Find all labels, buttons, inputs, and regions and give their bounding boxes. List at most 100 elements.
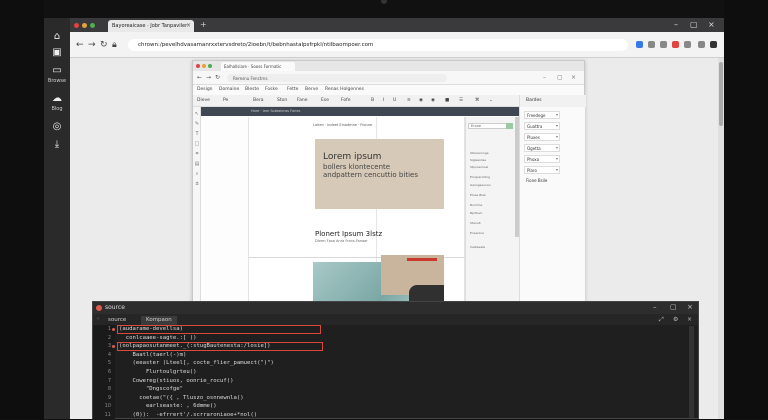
shape-icon[interactable]: ■ [445,98,449,103]
menu-item[interactable]: Renas Holgennes [325,87,364,92]
panel-search-input[interactable]: Erone [468,123,508,129]
options-dropdown[interactable]: Pluxes ▾ [524,133,560,141]
inner-url-field[interactable]: Reresnu Fenctrns [227,74,447,82]
options-dropdown[interactable]: Phoxa ▾ [524,155,560,163]
italic-icon[interactable]: I [383,98,384,103]
sidebar-item-refresh[interactable]: ◎ [44,122,70,132]
code-editor[interactable]: (audarame-devellsa) conlcaaee-sagte.:[ (… [93,325,699,420]
page-scrollbar-thumb[interactable] [719,62,723,126]
code-line[interactable]: Baatl(taerl(-)m) [119,351,679,360]
toolbar-button[interactable]: Ston [277,98,287,103]
back-icon[interactable]: ← [197,74,202,81]
zoom-tool-icon[interactable]: ⌕ [194,171,200,177]
inner-minimize-dot[interactable] [202,64,206,68]
settings-icon[interactable]: ⚙ [673,316,678,323]
image-tool-icon[interactable]: ▤ [194,161,200,167]
extension-icon[interactable] [636,41,643,48]
back-icon[interactable]: ← [76,40,84,50]
extension-icon[interactable] [660,41,667,48]
minimize-icon[interactable]: – [653,303,657,311]
browser-tab[interactable]: Bayoreaicase · Jobr Tanpaviler × [108,20,194,32]
target-icon[interactable]: ◉ [419,98,423,103]
panel-line[interactable]: Olbereronge [470,151,489,155]
code-line[interactable]: "Dngscofge" [119,385,679,394]
code-line[interactable]: coetae("({ , Tluszo_osnnewnla() [119,394,679,403]
toolbar-button[interactable]: Bera [253,98,263,103]
close-icon[interactable]: × [186,22,191,29]
crop-tool-icon[interactable]: ⌗ [194,151,200,157]
sidebar-item-blog[interactable]: ☁ Blog [44,94,70,113]
close-icon[interactable]: × [687,303,693,311]
reload-icon[interactable]: ↻ [100,40,108,50]
options-dropdown[interactable]: Freedege ▾ [524,111,560,119]
minimize-icon[interactable]: – [674,20,678,29]
url-field[interactable]: chrown:/pevelhdvasamanrxxtervsdreto/2ioe… [128,39,628,51]
options-dropdown[interactable]: Guattra ▾ [524,122,560,130]
panel-line[interactable]: Sigleaolise [470,158,486,162]
sidebar-item-grid[interactable]: ▣ [44,48,70,58]
panel-line[interactable]: Gansgaeunen [470,183,491,187]
menu-item[interactable]: Design [197,87,213,92]
tab-kompaon[interactable]: Kompaon [141,316,177,325]
code-line[interactable]: (eeaster (Lteel[, cocte_flier_pamuect(")… [119,359,679,368]
window-minimize-dot[interactable] [82,23,87,28]
menu-item[interactable]: Fette [287,87,298,92]
options-item[interactable]: Fione Bsile [524,177,560,185]
options-dropdown[interactable]: Plaro ▾ [524,166,560,174]
toolbar-button[interactable]: Fofe [341,98,351,103]
panel-line[interactable]: Stpunerooel [470,165,488,169]
panel-search-button[interactable] [506,123,513,129]
chevron-left-icon[interactable]: ‹ [97,316,99,322]
restore-icon[interactable]: ▢ [670,303,677,311]
restore-icon[interactable]: ▢ [690,20,698,29]
bold-icon[interactable]: B [371,98,374,103]
code-line[interactable]: Cowereg(stiuos, oonrie_rocuf() [119,377,679,386]
window-maximize-dot[interactable] [90,23,95,28]
panel-line[interactable]: Stanolt [470,221,481,225]
hero-block[interactable]: Lorem ipsum bollers klontecente andpatte… [315,139,444,209]
profile-icon[interactable] [684,41,691,48]
code-line[interactable]: earlseaste: , 6dmme() [119,402,679,411]
inner-maximize-dot[interactable] [208,64,212,68]
toolbar-button[interactable]: Dieve [197,98,210,103]
menu-item[interactable]: Berve [305,87,318,92]
panel-line[interactable]: Ernsparolitng [470,175,490,179]
code-line[interactable]: (oolpapaosutanmeet._(:stugBautenesta:/lo… [93,342,699,351]
align-icon[interactable]: ≡ [407,98,411,103]
new-tab-icon[interactable]: + [200,20,207,29]
inner-close-dot[interactable] [196,64,200,68]
minimize-icon[interactable]: – [543,74,546,81]
restore-icon[interactable]: ▢ [557,74,563,81]
menu-item[interactable]: Bleste [245,87,259,92]
extension-icon[interactable] [648,41,655,48]
inner-tab[interactable]: Ealhallsiare · Sooss Forrnatic [221,62,295,71]
sidebar-item-browse[interactable]: ▭ Browse [44,66,70,85]
expand-icon[interactable]: ⤢ [659,316,664,324]
extension-icon[interactable] [672,41,679,48]
toolbar-button[interactable]: Fane [297,98,308,103]
chevron-down-icon[interactable]: ⌄ [489,98,493,103]
hand-tool-icon[interactable]: ✋︎ [194,181,200,187]
options-dropdown[interactable]: Ogetta ▾ [524,144,560,152]
toolbar-button[interactable]: Ese [321,98,329,103]
panel-line[interactable]: Eloee Bsal [470,193,486,197]
sidebar-item-download[interactable]: ⤓ [44,140,70,150]
panel-line[interactable]: Cestaeate [470,245,485,249]
reload-icon[interactable]: ↻ [215,74,220,81]
forward-icon[interactable]: → [206,74,211,81]
close-dot[interactable] [96,305,102,311]
menu-item[interactable]: Domaine [219,87,239,92]
target-icon[interactable]: ◉ [431,98,435,103]
menu-icon[interactable] [710,41,717,48]
code-line[interactable]: (0)): -efrrert'/.scrraroniaoe+*nol() [119,411,679,420]
select-tool-icon[interactable]: ↖ [194,111,200,117]
breakpoint-icon[interactable] [112,328,115,331]
underline-icon[interactable]: U [393,98,396,103]
code-line[interactable]: conlcaaee-sagte.:[ () [119,334,679,343]
code-line[interactable]: (audarame-devellsa) [112,325,679,334]
close-icon[interactable]: × [687,316,692,323]
code-scrollbar[interactable] [689,326,694,418]
list-icon[interactable]: ☰ [459,98,463,103]
sidebar-item-home[interactable]: ⌂ [44,32,70,42]
shape-tool-icon[interactable]: □ [194,141,200,147]
